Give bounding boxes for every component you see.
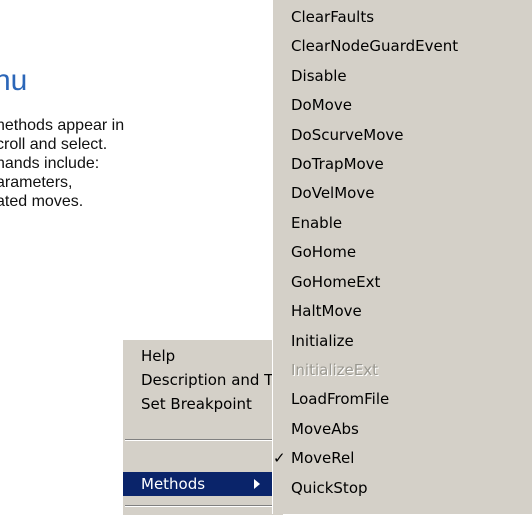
method-item-clearfaults[interactable]: ClearFaults [273,5,532,29]
method-item-label: MoveAbs [291,420,359,438]
slide-body-line: nands include: [0,155,100,172]
method-item-initialize[interactable]: Initialize [273,329,532,353]
check-icon: ✓ [273,449,286,467]
method-item-label: DoMove [291,96,352,114]
method-item-moverel[interactable]: ✓ MoveRel [273,446,532,470]
method-item-label: DoTrapMove [291,155,384,173]
method-item-gohome[interactable]: GoHome [273,240,532,264]
slide-body-line: croll and select. [0,136,108,153]
menu-item-label: Set Breakpoint [141,395,252,413]
menu-separator [125,439,272,441]
method-item-label: GoHomeExt [291,273,381,291]
slide-body-line: arameters, [0,174,73,191]
method-item-label: HaltMove [291,302,362,320]
menu-item-help[interactable]: Help [123,344,274,368]
method-item-label: LoadFromFile [291,390,390,408]
menu-item-methods[interactable]: Methods [123,472,274,496]
method-item-label: GoHome [291,243,357,261]
method-item-domove[interactable]: DoMove [273,93,532,117]
menu-separator [125,505,272,507]
method-item-label: MoveRel [291,449,355,467]
method-item-quickstop[interactable]: QuickStop [273,476,532,500]
menu-item-description-and-tip[interactable]: Description and Tip... [123,368,301,392]
method-item-loadfromfile[interactable]: LoadFromFile [273,387,532,411]
method-item-label: Initialize [291,332,354,350]
slide-body: nethods appear in croll and select. nand… [0,116,276,211]
method-item-doscurvemove[interactable]: DoScurveMove [273,123,532,147]
method-item-initializeext: InitializeExt [273,358,532,382]
menu-item-label: Methods [141,475,206,493]
method-item-label: Enable [291,214,343,232]
method-item-label: DoScurveMove [291,126,404,144]
method-item-dovelmove[interactable]: DoVelMove [273,181,532,205]
slide-title: nu [0,64,28,97]
method-item-label: InitializeExt [291,361,379,379]
methods-submenu: ClearFaults ClearNodeGuardEvent Disable … [272,0,532,514]
slide-body-line: ated moves. [0,193,84,210]
method-item-clearnodeguardevent[interactable]: ClearNodeGuardEvent [273,34,532,58]
slide-body-line: nethods appear in [0,117,125,134]
method-item-haltmove[interactable]: HaltMove [273,299,532,323]
submenu-arrow-icon [254,479,260,489]
menu-item-set-breakpoint[interactable]: Set Breakpoint [123,392,274,416]
method-item-disable[interactable]: Disable [273,64,532,88]
method-item-enable[interactable]: Enable [273,211,532,235]
method-item-label: QuickStop [291,479,368,497]
context-menu: Help Description and Tip... Set Breakpoi… [122,339,301,515]
method-item-label: ClearNodeGuardEvent [291,37,459,55]
method-item-label: ClearFaults [291,8,375,26]
method-item-label: Disable [291,67,347,85]
method-item-moveabs[interactable]: MoveAbs [273,417,532,441]
method-item-dotrapmove[interactable]: DoTrapMove [273,152,532,176]
menu-item-label: Help [141,347,176,365]
method-item-gohomeext[interactable]: GoHomeExt [273,270,532,294]
method-item-label: DoVelMove [291,184,375,202]
